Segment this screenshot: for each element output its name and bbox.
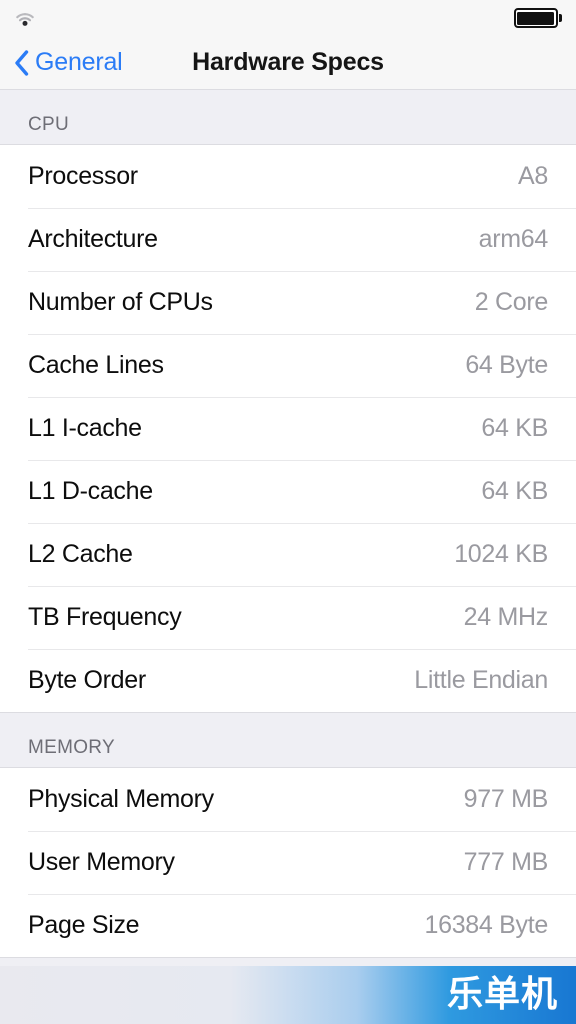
table-row[interactable]: TB Frequency 24 MHz (0, 586, 576, 649)
row-value: A8 (518, 162, 548, 190)
row-value: 777 MB (463, 848, 549, 876)
watermark-text: 乐单机 (446, 974, 558, 1015)
row-value: 64 KB (481, 414, 548, 442)
table-row[interactable]: Architecture arm64 (0, 208, 576, 271)
section-header-memory-label: MEMORY (28, 737, 115, 758)
row-value: 2 Core (474, 288, 549, 316)
watermark-banner: 乐单机 (0, 966, 576, 1024)
back-button[interactable]: General (0, 48, 123, 77)
row-label: L1 I-cache (28, 414, 142, 442)
section-header-memory: MEMORY (0, 713, 576, 767)
wifi-icon (16, 13, 34, 26)
row-label: Byte Order (28, 666, 146, 694)
battery-cap (559, 14, 562, 22)
battery-body (513, 8, 558, 28)
navigation-bar: General Hardware Specs (0, 36, 576, 90)
table-row[interactable]: User Memory 777 MB (0, 831, 576, 894)
status-bar-right (513, 8, 562, 28)
table-row[interactable]: Physical Memory 977 MB (0, 768, 576, 831)
row-label: Architecture (28, 225, 158, 253)
row-label: Processor (28, 162, 138, 190)
section-header-cpu: CPU (0, 90, 576, 144)
table-row[interactable]: Processor A8 (0, 145, 576, 208)
chevron-left-icon (15, 49, 29, 76)
row-label: L1 D-cache (28, 477, 153, 505)
row-value: 977 MB (463, 785, 549, 813)
section-header-cpu-label: CPU (28, 114, 70, 135)
section-rows-cpu: Processor A8 Architecture arm64 Number o… (0, 144, 576, 713)
row-label: Number of CPUs (28, 288, 213, 316)
row-label: TB Frequency (28, 603, 182, 631)
row-value: 24 MHz (463, 603, 549, 631)
table-row[interactable]: Byte Order Little Endian (0, 649, 576, 712)
table-row[interactable]: Cache Lines 64 Byte (0, 334, 576, 397)
section-rows-memory: Physical Memory 977 MB User Memory 777 M… (0, 767, 576, 958)
table-row[interactable]: L1 D-cache 64 KB (0, 460, 576, 523)
settings-list: CPU Processor A8 Architecture arm64 Numb… (0, 90, 576, 1024)
row-label: Cache Lines (28, 351, 164, 379)
table-row[interactable]: L1 I-cache 64 KB (0, 397, 576, 460)
row-label: Page Size (28, 911, 140, 939)
row-value: 64 Byte (465, 351, 548, 379)
battery-full-icon (513, 8, 562, 28)
row-value: 16384 Byte (424, 911, 549, 939)
status-bar-left (12, 8, 38, 28)
table-row[interactable]: Number of CPUs 2 Core (0, 271, 576, 334)
battery-fill (517, 11, 554, 25)
table-row[interactable]: Page Size 16384 Byte (0, 894, 576, 957)
row-value: arm64 (478, 225, 549, 253)
row-label: Physical Memory (28, 785, 214, 813)
row-value: Little Endian (414, 666, 548, 694)
ios-settings-screen: General Hardware Specs CPU Processor A8 … (0, 0, 576, 1024)
back-button-label: General (35, 48, 123, 76)
status-bar (0, 0, 576, 36)
table-row[interactable]: L2 Cache 1024 KB (0, 523, 576, 586)
row-label: User Memory (28, 848, 175, 876)
row-value: 64 KB (481, 477, 548, 505)
row-value: 1024 KB (454, 540, 548, 568)
row-label: L2 Cache (28, 540, 133, 568)
